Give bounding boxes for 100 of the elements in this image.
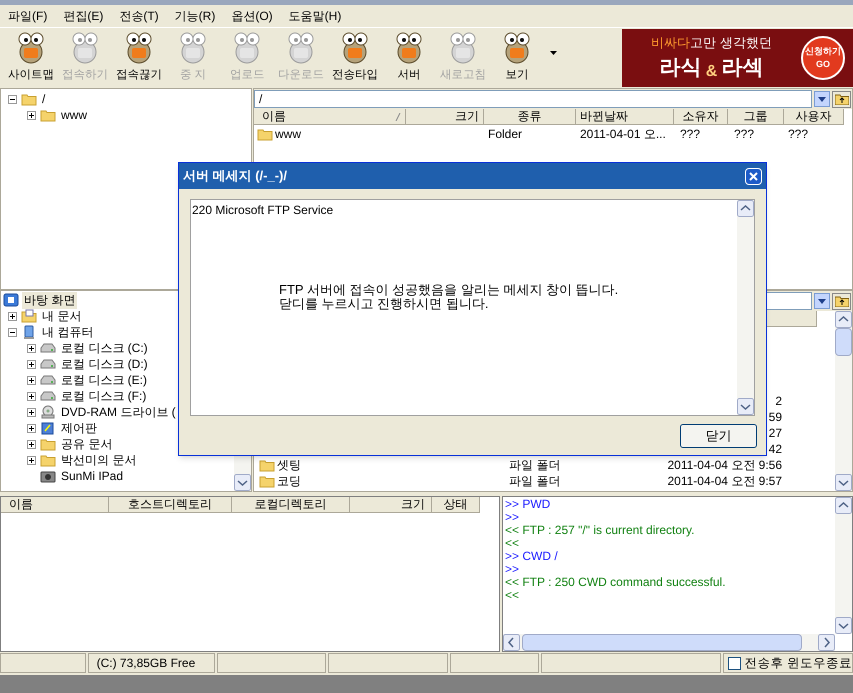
toolbar-button[interactable]: 사이트맵 (4, 29, 58, 87)
message-text-area[interactable]: 220 Microsoft FTP Service FTP 서버에 접속이 성공했음을 알리는 메세지 창이 뜹니다. 닫디를 누르시고 진행하시면 됩니다. (190, 199, 755, 416)
sort-indicator-icon[interactable] (395, 112, 401, 120)
toolbar-button[interactable]: 서버 (382, 29, 436, 87)
dropdown-arrow-icon (818, 96, 826, 102)
table-cell: 27 (768, 426, 782, 440)
ad-button[interactable]: 신청하기 GO (801, 36, 845, 80)
menu-item[interactable]: 편집(E) (63, 7, 104, 25)
dialog-title: 서버 메세지 (/-_-)/ (183, 167, 287, 186)
log-line: >> PWD (505, 498, 552, 511)
close-button[interactable] (745, 168, 762, 184)
expand-icon[interactable] (27, 360, 36, 368)
ad-headline: & (706, 62, 718, 82)
column-header[interactable]: 소유자 (674, 109, 728, 125)
control-panel-icon (40, 421, 56, 435)
table-cell: Folder (488, 126, 522, 140)
collapse-icon[interactable] (8, 94, 17, 104)
parent-folder-button[interactable] (832, 292, 851, 310)
table-cell: 2011-04-04 오전 9:56 (667, 458, 782, 472)
tree-item[interactable]: 로컬 디스크 (C:) (59, 339, 150, 357)
column-header[interactable]: 로컬디렉토리 (232, 497, 350, 513)
menu-item[interactable]: 전송(T) (119, 7, 159, 25)
table-cell: 2011-04-04 오전 9:57 (667, 474, 782, 488)
toolbar-button[interactable]: 보기 (490, 29, 544, 87)
vertical-scrollbar[interactable] (835, 311, 852, 491)
message-line: FTP 서버에 접속이 성공했음을 알리는 메세지 창이 뜹니다. (279, 283, 620, 297)
table-cell[interactable]: 셋팅 (277, 456, 301, 474)
drive-icon (40, 389, 56, 403)
tree-item[interactable]: 제어판 (59, 419, 99, 437)
close-dialog-button[interactable]: 닫기 (680, 424, 757, 448)
close-icon (749, 172, 758, 180)
folder-icon (40, 437, 56, 451)
vertical-scrollbar[interactable] (737, 200, 754, 415)
scroll-thumb[interactable] (522, 634, 802, 651)
dropdown-button[interactable] (814, 91, 830, 107)
path-field[interactable]: / (254, 90, 812, 108)
expand-icon[interactable] (27, 392, 36, 400)
collapse-icon[interactable] (8, 328, 17, 336)
log-line: << FTP : 250 CWD command successful. (505, 576, 727, 589)
vertical-scrollbar[interactable] (835, 497, 852, 634)
tree-item[interactable]: DVD-RAM 드라이브 ( (59, 403, 178, 421)
column-header[interactable]: 사용자 (784, 109, 844, 125)
dropdown-button[interactable] (814, 293, 830, 309)
tree-item[interactable]: 내 컴퓨터 (40, 323, 96, 341)
menu-item[interactable]: 옵션(O) (231, 7, 273, 25)
menu-item[interactable]: 기능(R) (174, 7, 216, 25)
column-header[interactable]: 바뀐날짜 (576, 109, 674, 125)
ad-tagline: 비싸다고만 생각했던 (651, 34, 772, 52)
expand-icon[interactable] (27, 110, 36, 120)
column-header[interactable]: 이름 (254, 109, 406, 125)
expand-icon[interactable] (27, 456, 36, 464)
column-header[interactable]: 크기 (350, 497, 432, 513)
scroll-thumb[interactable] (835, 328, 852, 356)
camera-icon (40, 469, 56, 483)
log-line: << (505, 537, 520, 550)
tree-item[interactable]: 공유 문서 (59, 435, 114, 453)
checkbox[interactable] (728, 656, 741, 670)
folder-up-icon (834, 94, 848, 104)
log-line: >> (505, 511, 520, 524)
tree-item[interactable]: 로컬 디스크 (F:) (59, 387, 148, 405)
computer-icon (21, 325, 37, 339)
tree-item[interactable]: www (59, 106, 89, 124)
table-cell[interactable]: www (275, 124, 301, 142)
dropdown-arrow-icon[interactable] (550, 51, 557, 55)
ad-banner[interactable]: 비싸다고만 생각했던 라식 & 라섹 신청하기 GO (622, 29, 853, 87)
tree-item[interactable]: / (40, 90, 48, 108)
tree-item[interactable]: 바탕 화면 (22, 292, 78, 309)
menu-item[interactable]: 도움말(H) (288, 7, 342, 25)
folder-icon (21, 92, 37, 106)
folder-icon (259, 474, 275, 488)
drive-icon (40, 341, 56, 355)
expand-icon[interactable] (27, 440, 36, 448)
table-cell[interactable]: 코딩 (277, 472, 301, 490)
ad-headline: 라식 (660, 55, 702, 81)
column-header[interactable]: 호스트디렉토리 (109, 497, 232, 513)
tree-item[interactable]: 내 문서 (40, 307, 84, 325)
toolbar-button[interactable]: 접속끊기 (112, 29, 166, 87)
expand-icon[interactable] (27, 376, 36, 384)
drive-icon (40, 357, 56, 371)
column-header[interactable]: 상태 (432, 497, 480, 513)
tree-item[interactable]: 로컬 디스크 (E:) (59, 371, 149, 389)
status-segment: (C:) 73,85GB Free (88, 653, 216, 673)
log-line: << (505, 589, 520, 602)
expand-icon[interactable] (8, 312, 17, 320)
toolbar-button[interactable]: 전송타입 (328, 29, 382, 87)
parent-folder-button[interactable] (832, 90, 851, 108)
column-header[interactable]: 그룹 (728, 109, 784, 125)
column-header[interactable]: 종류 (484, 109, 576, 125)
menu-item[interactable]: 파일(F) (8, 7, 48, 25)
column-header[interactable]: 크기 (406, 109, 484, 125)
expand-icon[interactable] (27, 424, 36, 432)
tree-item[interactable]: 로컬 디스크 (D:) (59, 355, 150, 373)
tree-item[interactable]: 박선미의 문서 (59, 451, 138, 469)
table-cell: ??? (788, 126, 808, 140)
ad-headline: 라섹 (721, 55, 764, 81)
expand-icon[interactable] (27, 344, 36, 352)
horizontal-scrollbar[interactable] (503, 634, 835, 651)
column-header[interactable]: 이름 (1, 497, 109, 513)
tree-item[interactable]: SunMi IPad (59, 467, 126, 485)
expand-icon[interactable] (27, 408, 36, 416)
